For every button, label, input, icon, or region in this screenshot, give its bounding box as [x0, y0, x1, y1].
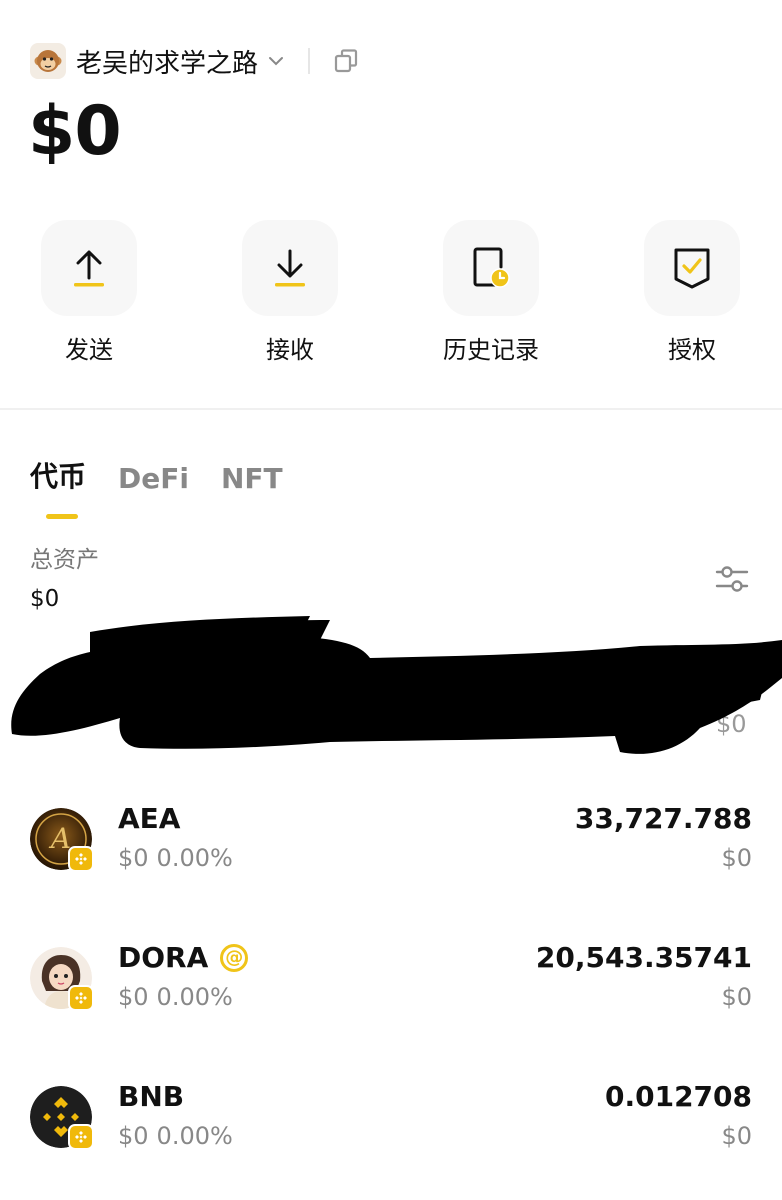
token-amount: 33,727.788 — [574, 802, 752, 835]
authorize-label: 授权 — [668, 336, 716, 364]
receive-button[interactable]: 接收 — [215, 220, 365, 365]
redaction-scribble — [11, 616, 782, 754]
tab-tokens[interactable]: 代币 — [30, 455, 86, 495]
send-label: 发送 — [65, 336, 113, 364]
token-amount: 20,543.35741 — [535, 941, 752, 974]
token-symbol: BNB — [118, 1080, 185, 1113]
total-assets-label: 总资产 — [30, 547, 99, 573]
mention-tag-icon: @ — [220, 943, 249, 972]
header-divider — [308, 48, 311, 74]
bnb-chain-badge-icon — [68, 985, 94, 1011]
tab-nft[interactable]: NFT — [221, 462, 283, 495]
wallet-name[interactable]: 老吴的求学之路 — [76, 43, 258, 80]
chevron-down-icon[interactable] — [266, 51, 286, 71]
token-value: $0 — [721, 1122, 752, 1150]
history-clock-icon — [473, 247, 510, 288]
receive-arrow-down-icon — [275, 249, 305, 287]
token-symbol: DORA @ — [118, 941, 249, 974]
monkey-avatar-icon[interactable] — [30, 43, 66, 79]
authorize-button[interactable]: 授权 — [617, 220, 767, 365]
token-value: $0 — [721, 983, 752, 1011]
wallet-header: 老吴的求学之路 — [30, 38, 360, 84]
bnb-chain-badge-icon — [68, 846, 94, 872]
authorize-shield-check-icon — [674, 248, 710, 289]
history-label: 历史记录 — [443, 336, 539, 364]
token-symbol: AEA — [118, 802, 181, 835]
history-button[interactable]: 历史记录 — [416, 220, 566, 365]
token-row-dora[interactable]: DORA @ $0 0.00% 20,543.35741 $0 — [0, 941, 782, 1057]
token-price-change: $0 0.00% — [118, 844, 233, 872]
token-value: $0 — [721, 844, 752, 872]
send-button[interactable]: 发送 — [14, 220, 164, 365]
token-row-aea[interactable]: A AEA $0 0.00% 33,727.788 $0 — [0, 802, 782, 918]
total-balance: $0 — [28, 92, 122, 171]
tab-defi[interactable]: DeFi — [118, 462, 189, 495]
copy-icon[interactable] — [332, 47, 360, 75]
token-row-bnb[interactable]: BNB $0 0.00% 0.012708 $0 — [0, 1080, 782, 1196]
receive-label: 接收 — [266, 336, 314, 364]
bnb-chain-badge-icon — [68, 1124, 94, 1150]
section-divider — [0, 408, 782, 410]
token-amount: 0.012708 — [604, 1080, 752, 1113]
active-tab-indicator — [46, 514, 78, 519]
token-price-change: $0 0.00% — [118, 983, 233, 1011]
action-bar: 发送 接收 历史记录 授权 — [0, 220, 782, 370]
filter-sliders-icon[interactable] — [714, 562, 750, 596]
asset-tabs: 代币 DeFi NFT — [30, 455, 315, 495]
send-arrow-up-icon — [74, 250, 104, 287]
token-price-change: $0 0.00% — [118, 1122, 233, 1150]
